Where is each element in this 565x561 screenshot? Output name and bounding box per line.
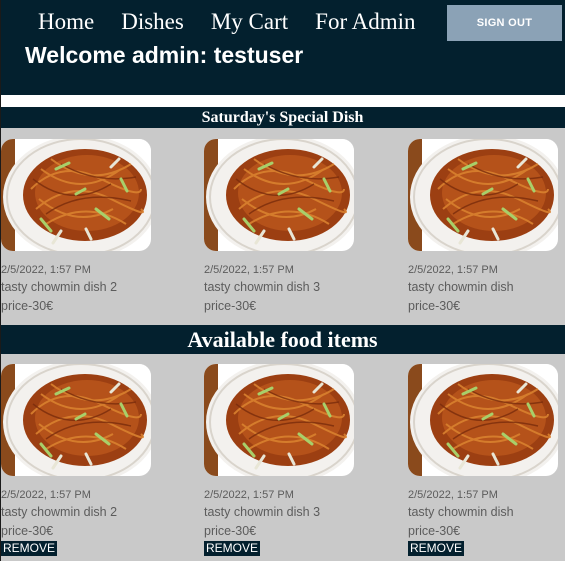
welcome-message: Welcome admin: testuser	[25, 42, 304, 68]
special-dish-card: 2/5/2022, 1:57 PM tasty chowmin dish pri…	[408, 139, 563, 314]
dish-name: tasty chowmin dish	[408, 505, 514, 519]
dish-image	[204, 364, 354, 476]
remove-button[interactable]: REMOVE	[204, 541, 261, 556]
remove-button[interactable]: REMOVE	[408, 541, 465, 556]
dish-image	[1, 364, 151, 476]
special-dish-card: 2/5/2022, 1:57 PM tasty chowmin dish 3 p…	[204, 139, 359, 314]
nav-home-link[interactable]: Home	[38, 9, 94, 35]
dish-image	[1, 139, 151, 251]
dish-date: 2/5/2022, 1:57 PM	[204, 489, 294, 501]
dish-name: tasty chowmin dish 3	[204, 280, 321, 294]
dish-price: price-30€	[204, 524, 257, 538]
dish-date: 2/5/2022, 1:57 PM	[204, 264, 294, 276]
special-dish-heading: Saturday's Special Dish	[0, 107, 565, 128]
sign-out-button[interactable]: SIGN OUT	[447, 5, 562, 41]
dish-price: price-30€	[408, 299, 461, 313]
dish-name: tasty chowmin dish 3	[204, 505, 321, 519]
available-items-heading: Available food items	[0, 325, 565, 354]
dish-image	[408, 139, 558, 251]
food-item-card: 2/5/2022, 1:57 PM tasty chowmin dish 3 p…	[204, 364, 359, 557]
dish-name: tasty chowmin dish 2	[1, 505, 118, 519]
nav-my-cart-link[interactable]: My Cart	[211, 9, 288, 35]
dish-price: price-30€	[1, 524, 54, 538]
dish-date: 2/5/2022, 1:57 PM	[408, 264, 498, 276]
special-dish-card: 2/5/2022, 1:57 PM tasty chowmin dish 2 p…	[1, 139, 156, 314]
dish-price: price-30€	[1, 299, 54, 313]
dish-date: 2/5/2022, 1:57 PM	[408, 489, 498, 501]
dish-name: tasty chowmin dish	[408, 280, 514, 294]
nav-dishes-link[interactable]: Dishes	[121, 9, 184, 35]
dish-name: tasty chowmin dish 2	[1, 280, 118, 294]
remove-button[interactable]: REMOVE	[1, 541, 58, 556]
food-item-card: 2/5/2022, 1:57 PM tasty chowmin dish 2 p…	[1, 364, 156, 557]
dish-price: price-30€	[408, 524, 461, 538]
navbar: Home Dishes My Cart For Admin SIGN OUT W…	[0, 0, 565, 95]
divider-strip	[0, 95, 565, 107]
nav-links: Home Dishes My Cart For Admin	[38, 9, 442, 35]
dish-image	[408, 364, 558, 476]
dish-date: 2/5/2022, 1:57 PM	[1, 489, 91, 501]
dish-image	[204, 139, 354, 251]
food-item-card: 2/5/2022, 1:57 PM tasty chowmin dish pri…	[408, 364, 563, 557]
page-border	[0, 0, 1, 561]
dish-price: price-30€	[204, 299, 257, 313]
nav-for-admin-link[interactable]: For Admin	[315, 9, 415, 35]
dish-date: 2/5/2022, 1:57 PM	[1, 264, 91, 276]
